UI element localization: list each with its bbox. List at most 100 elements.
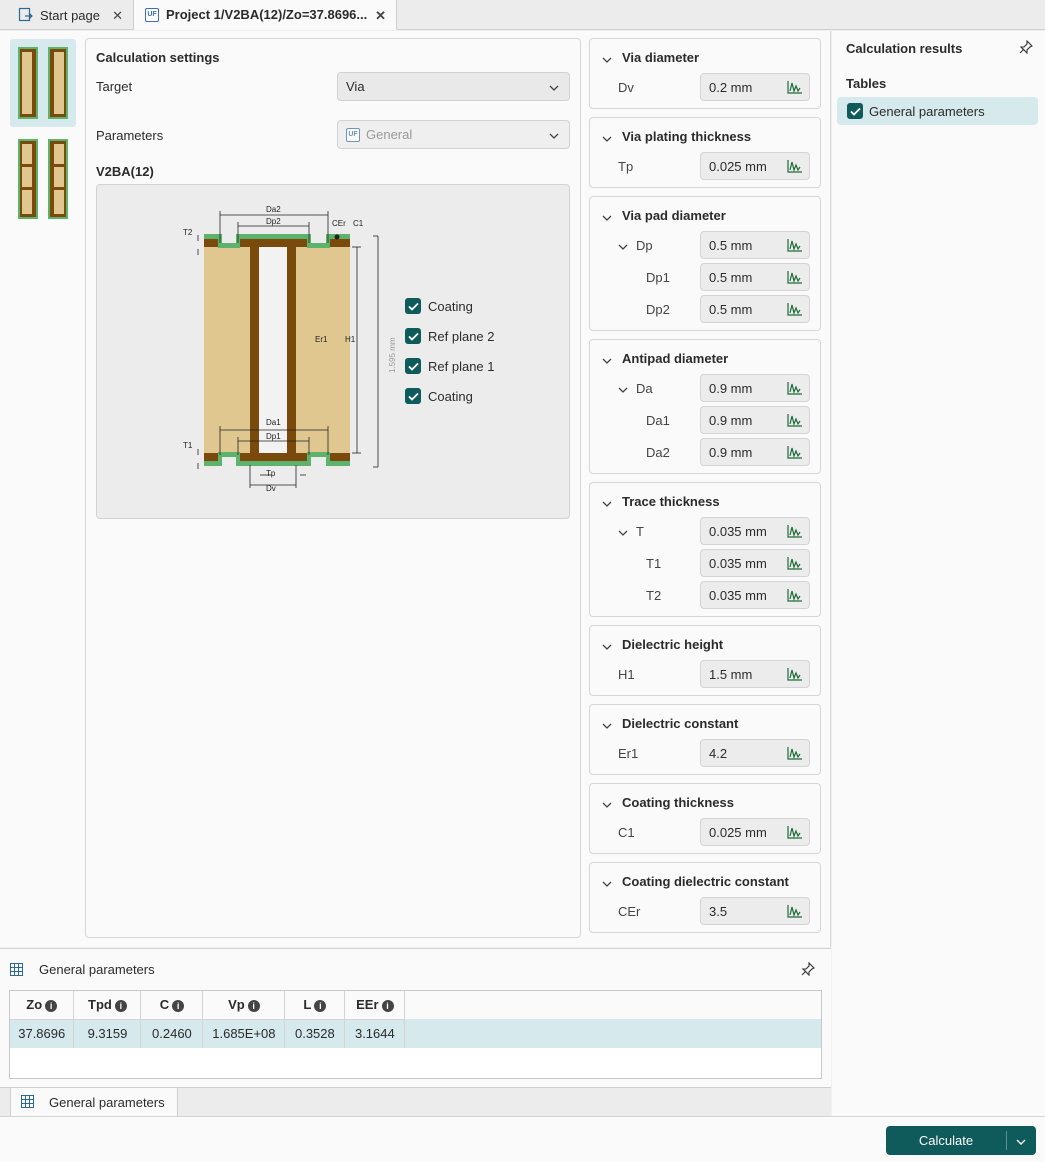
close-icon[interactable]: ✕ <box>375 8 386 24</box>
group-header[interactable]: Coating thickness <box>602 795 734 810</box>
param-value-field[interactable]: 1.5 mm <box>700 660 810 688</box>
table-cell[interactable]: 37.8696 <box>10 1019 75 1048</box>
checkbox-checked-icon[interactable] <box>405 298 421 314</box>
pin-icon[interactable] <box>801 961 815 979</box>
table-row[interactable]: 37.8696 9.3159 0.2460 1.685E+08 0.3528 3.1644 <box>10 1019 821 1048</box>
table-cell[interactable]: 0.3528 <box>284 1019 346 1048</box>
table-cell[interactable]: 3.1644 <box>344 1019 406 1048</box>
sweep-chart-icon[interactable] <box>787 588 803 605</box>
group-header[interactable]: Coating dielectric constant <box>602 874 789 889</box>
layer-ref-plane-2[interactable]: Ref plane 2 <box>405 328 495 344</box>
tab-project[interactable]: UF Project 1/V2BA(12)/Zo=37.8696... ✕ <box>134 0 397 30</box>
label-dp2: Dp2 <box>266 217 281 226</box>
param-value-field[interactable]: 0.035 mm <box>700 581 810 609</box>
info-icon[interactable]: i <box>247 999 260 1012</box>
column-header-l[interactable]: Li <box>284 991 346 1020</box>
column-header-vp[interactable]: Vp i <box>202 991 286 1020</box>
chevron-down-icon[interactable] <box>602 640 612 650</box>
chevron-down-icon[interactable] <box>618 526 628 541</box>
table-cell[interactable]: 9.3159 <box>73 1019 142 1048</box>
sweep-chart-icon[interactable] <box>787 445 803 462</box>
checkbox-checked-icon[interactable] <box>847 103 863 119</box>
param-value-field[interactable]: 0.025 mm <box>700 152 810 180</box>
parameters-select[interactable]: UF General <box>337 120 570 149</box>
param-value-field[interactable]: 0.035 mm <box>700 517 810 545</box>
param-value-field[interactable]: 3.5 <box>700 897 810 925</box>
checkbox-checked-icon[interactable] <box>405 328 421 344</box>
param-value-field[interactable]: 0.9 mm <box>700 438 810 466</box>
group-header[interactable]: Via plating thickness <box>602 129 751 144</box>
param-value-field[interactable]: 4.2 <box>700 739 810 767</box>
chevron-down-icon[interactable] <box>602 719 612 729</box>
sweep-chart-icon[interactable] <box>787 746 803 763</box>
info-icon[interactable]: i <box>172 999 185 1012</box>
chevron-down-icon[interactable] <box>618 383 628 398</box>
pin-icon[interactable] <box>1019 39 1033 57</box>
table-cell[interactable]: 1.685E+08 <box>202 1019 286 1048</box>
chevron-down-icon[interactable] <box>602 798 612 808</box>
info-icon[interactable]: i <box>45 999 58 1012</box>
group-header[interactable]: Dielectric height <box>602 637 723 652</box>
sweep-chart-icon[interactable] <box>787 524 803 541</box>
info-icon[interactable]: i <box>114 999 127 1012</box>
checkbox-checked-icon[interactable] <box>405 358 421 374</box>
param-value-field[interactable]: 0.2 mm <box>700 73 810 101</box>
sweep-chart-icon[interactable] <box>787 80 803 97</box>
chevron-down-icon[interactable] <box>602 211 612 221</box>
param-label: CEr <box>618 904 641 919</box>
info-icon[interactable]: i <box>381 999 394 1012</box>
group-header[interactable]: Via diameter <box>602 50 699 65</box>
param-row-dp1: Dp1 0.5 mm <box>590 263 820 291</box>
param-value-field[interactable]: 0.5 mm <box>700 295 810 323</box>
sweep-chart-icon[interactable] <box>787 238 803 255</box>
info-icon[interactable]: i <box>314 999 327 1012</box>
group-title: Coating dielectric constant <box>622 874 789 889</box>
tab-start-page[interactable]: Start page ✕ <box>8 0 134 30</box>
param-value-field[interactable]: 0.5 mm <box>700 231 810 259</box>
calculate-button[interactable]: Calculate <box>886 1126 1036 1155</box>
group-header[interactable]: Via pad diameter <box>602 208 726 223</box>
param-value-field[interactable]: 0.9 mm <box>700 374 810 402</box>
sweep-chart-icon[interactable] <box>787 159 803 176</box>
sweep-chart-icon[interactable] <box>787 381 803 398</box>
param-label: T2 <box>646 588 662 603</box>
table-cell[interactable]: 0.2460 <box>140 1019 204 1048</box>
via-barrel-right <box>287 237 296 461</box>
param-value-field[interactable]: 0.025 mm <box>700 818 810 846</box>
chevron-down-icon[interactable] <box>618 240 628 255</box>
sweep-chart-icon[interactable] <box>787 556 803 573</box>
column-header-tpd[interactable]: Tpd i <box>73 991 142 1020</box>
sweep-chart-icon[interactable] <box>787 825 803 842</box>
column-header-zo[interactable]: Zo i <box>10 991 75 1020</box>
sweep-chart-icon[interactable] <box>787 904 803 921</box>
sweep-chart-icon[interactable] <box>787 667 803 684</box>
sweep-chart-icon[interactable] <box>787 413 803 430</box>
sweep-chart-icon[interactable] <box>787 270 803 287</box>
chevron-down-icon[interactable] <box>602 354 612 364</box>
structure-thumbnail-v2ba[interactable] <box>10 39 76 127</box>
group-header[interactable]: Dielectric constant <box>602 716 738 731</box>
chevron-down-icon[interactable] <box>602 877 612 887</box>
param-value-field[interactable]: 0.9 mm <box>700 406 810 434</box>
close-icon[interactable]: ✕ <box>112 8 123 24</box>
group-header[interactable]: Trace thickness <box>602 494 720 509</box>
chevron-down-icon[interactable] <box>602 497 612 507</box>
label-dv: Dv <box>266 484 276 493</box>
structure-thumbnail-multilayer[interactable] <box>10 137 76 225</box>
target-select[interactable]: Via <box>337 72 570 101</box>
chevron-down-icon[interactable] <box>602 132 612 142</box>
param-value-field[interactable]: 0.5 mm <box>700 263 810 291</box>
chevron-down-icon[interactable] <box>602 53 612 63</box>
sweep-chart-icon[interactable] <box>787 302 803 319</box>
chevron-down-icon[interactable] <box>1016 1135 1026 1150</box>
checkbox-checked-icon[interactable] <box>405 388 421 404</box>
layer-ref-plane-1[interactable]: Ref plane 1 <box>405 358 495 374</box>
tab-general-parameters[interactable]: General parameters <box>10 1088 178 1117</box>
group-header[interactable]: Antipad diameter <box>602 351 728 366</box>
result-table-item[interactable]: General parameters <box>837 97 1038 125</box>
layer-coating-top[interactable]: Coating <box>405 298 473 314</box>
layer-coating-bottom[interactable]: Coating <box>405 388 473 404</box>
column-header-eer[interactable]: EEr i <box>344 991 406 1020</box>
column-header-c[interactable]: Ci <box>140 991 204 1020</box>
param-value-field[interactable]: 0.035 mm <box>700 549 810 577</box>
